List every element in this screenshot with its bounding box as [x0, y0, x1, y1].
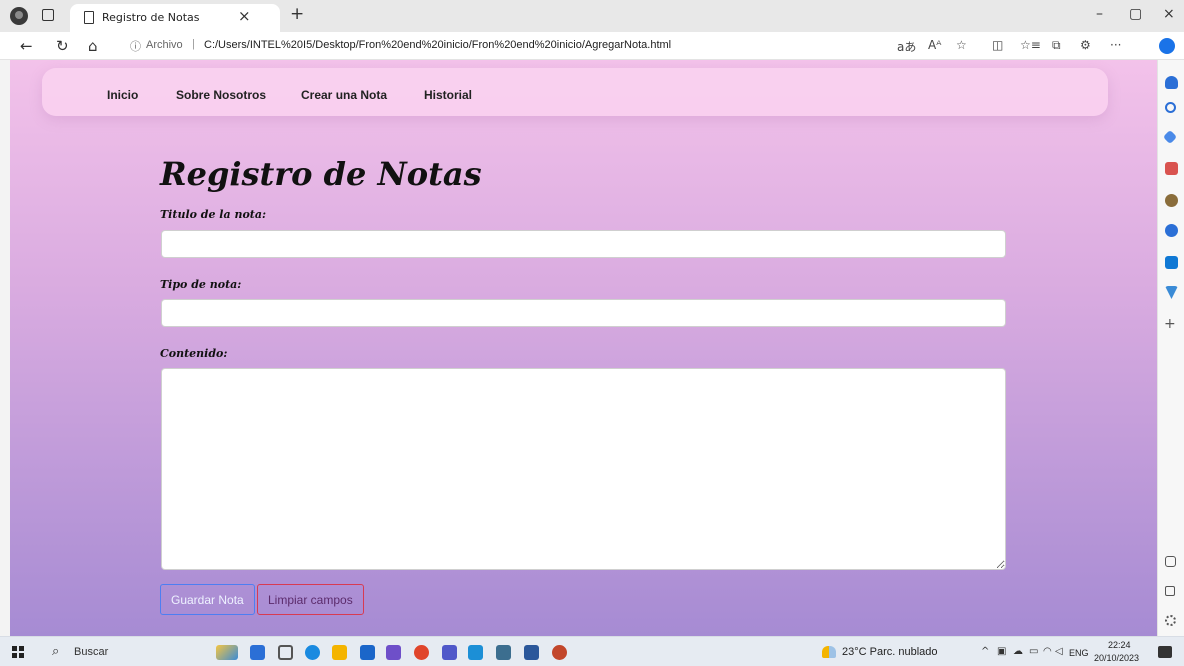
browser-toolbar: ← ↻ ⌂ ⓘ Archivo | C:/Users/INTEL%20I5/De… — [0, 32, 1184, 60]
nav-link-sobre-nosotros[interactable]: Sobre Nosotros — [176, 88, 266, 102]
battery-icon[interactable]: ▭ — [1029, 646, 1038, 657]
visual-studio-icon[interactable] — [386, 645, 401, 660]
volume-icon[interactable]: ◁ — [1055, 646, 1063, 657]
extensions-icon[interactable]: ⚙ — [1080, 38, 1091, 52]
tab-actions-icon[interactable] — [42, 9, 54, 21]
media-app-icon[interactable] — [552, 645, 567, 660]
browser-tab-active[interactable]: Registro de Notas × — [70, 4, 280, 32]
restore-icon[interactable]: ▢ — [1129, 6, 1142, 22]
clock-date[interactable]: 20/10/2023 — [1094, 653, 1139, 663]
task-view-icon[interactable] — [278, 645, 293, 660]
note-content-textarea[interactable] — [161, 368, 1006, 570]
favorites-list-icon[interactable]: ☆≡ — [1020, 38, 1041, 52]
open-external-icon[interactable] — [1165, 586, 1175, 596]
refresh-icon[interactable]: ↻ — [56, 37, 69, 55]
minimize-icon[interactable]: – — [1096, 6, 1103, 22]
games-icon[interactable] — [1165, 194, 1178, 207]
teams-icon[interactable] — [442, 645, 457, 660]
weather-text[interactable]: 23°C Parc. nublado — [842, 646, 938, 658]
collections-icon[interactable]: ⧉ — [1052, 38, 1061, 53]
input-language[interactable]: ENG — [1069, 648, 1089, 658]
tab-title: Registro de Notas — [102, 11, 200, 24]
note-type-input[interactable] — [161, 299, 1006, 327]
taskbar-search[interactable]: ⌕ Buscar — [40, 642, 210, 662]
note-content-label: Contenido: — [160, 347, 228, 360]
windows-taskbar: ⌕ Buscar 23°C Parc. nublado ^ ▣ ☁ ▭ ◠ ◁ … — [0, 636, 1184, 666]
nav-link-crear-nota[interactable]: Crear una Nota — [301, 88, 387, 102]
note-type-label: Tipo de nota: — [160, 278, 242, 291]
top-navbar: Inicio Sobre Nosotros Crear una Nota His… — [42, 68, 1108, 116]
page-title: Registro de Notas — [160, 155, 482, 193]
close-window-icon[interactable]: × — [1163, 6, 1175, 22]
save-note-button[interactable]: Guardar Nota — [160, 584, 255, 615]
outlook-icon[interactable] — [1165, 256, 1178, 269]
browser-tab-strip: Registro de Notas × + – ▢ × — [0, 0, 1184, 32]
bell-icon[interactable] — [1165, 76, 1178, 89]
split-screen-icon[interactable]: ◫ — [992, 38, 1003, 52]
sidebar-panel-icon[interactable] — [1165, 556, 1176, 567]
drop-icon[interactable] — [1165, 286, 1178, 299]
windows-start-icon[interactable] — [12, 646, 24, 658]
office-icon[interactable] — [1165, 224, 1178, 237]
settings-icon[interactable] — [1165, 615, 1176, 626]
word-icon[interactable] — [524, 645, 539, 660]
page-viewport: Inicio Sobre Nosotros Crear una Nota His… — [10, 60, 1157, 636]
mail-icon[interactable] — [360, 645, 375, 660]
user-app-icon[interactable] — [250, 645, 265, 660]
profile-avatar-icon[interactable] — [10, 7, 28, 25]
note-title-input[interactable] — [161, 230, 1006, 258]
home-icon[interactable]: ⌂ — [88, 37, 98, 55]
cloud-icon[interactable]: ☁ — [1013, 646, 1023, 657]
favorite-star-icon[interactable]: ☆ — [956, 38, 967, 52]
wifi-icon[interactable]: ◠ — [1043, 646, 1052, 657]
weather-icon[interactable] — [822, 646, 836, 658]
address-scheme-label: Archivo — [146, 39, 183, 51]
address-url[interactable]: C:/Users/INTEL%20I5/Desktop/Fron%20end%2… — [204, 39, 671, 51]
tray-expand-icon[interactable]: ^ — [981, 646, 989, 657]
note-title-label: Titulo de la nota: — [160, 208, 267, 221]
back-icon[interactable]: ← — [20, 37, 33, 55]
notifications-icon[interactable] — [1158, 646, 1172, 658]
info-icon[interactable]: ⓘ — [130, 38, 141, 54]
toolbox-icon[interactable] — [1165, 162, 1178, 175]
search-icon[interactable] — [1165, 102, 1176, 113]
widgets-icon[interactable] — [216, 645, 238, 660]
search-icon: ⌕ — [52, 644, 60, 659]
taskbar-search-placeholder: Buscar — [74, 646, 109, 658]
browser-sidebar: + — [1157, 60, 1184, 636]
vscode-icon[interactable] — [468, 645, 483, 660]
edge-browser-icon[interactable] — [305, 645, 320, 660]
read-aloud-icon[interactable]: aあ — [897, 38, 916, 55]
copilot-icon[interactable] — [1159, 38, 1175, 54]
tab-close-icon[interactable]: × — [238, 7, 251, 25]
tray-app-icon[interactable]: ▣ — [997, 646, 1006, 657]
tag-icon[interactable] — [1162, 129, 1178, 145]
add-sidebar-icon[interactable]: + — [1164, 316, 1176, 332]
address-separator: | — [192, 38, 195, 50]
virtualbox-icon[interactable] — [496, 645, 511, 660]
more-menu-icon[interactable]: ··· — [1110, 38, 1121, 52]
address-bar[interactable]: ⓘ Archivo | C:/Users/INTEL%20I5/Desktop/… — [122, 35, 912, 57]
text-size-icon[interactable]: Aᴬ — [928, 38, 941, 52]
new-tab-icon[interactable]: + — [290, 4, 304, 24]
page-icon — [84, 11, 94, 24]
chrome-icon[interactable] — [414, 645, 429, 660]
nav-link-historial[interactable]: Historial — [424, 88, 472, 102]
clear-fields-button[interactable]: Limpiar campos — [257, 584, 364, 615]
clock-time[interactable]: 22:24 — [1108, 640, 1131, 650]
file-explorer-icon[interactable] — [332, 645, 347, 660]
nav-link-inicio[interactable]: Inicio — [107, 88, 138, 102]
